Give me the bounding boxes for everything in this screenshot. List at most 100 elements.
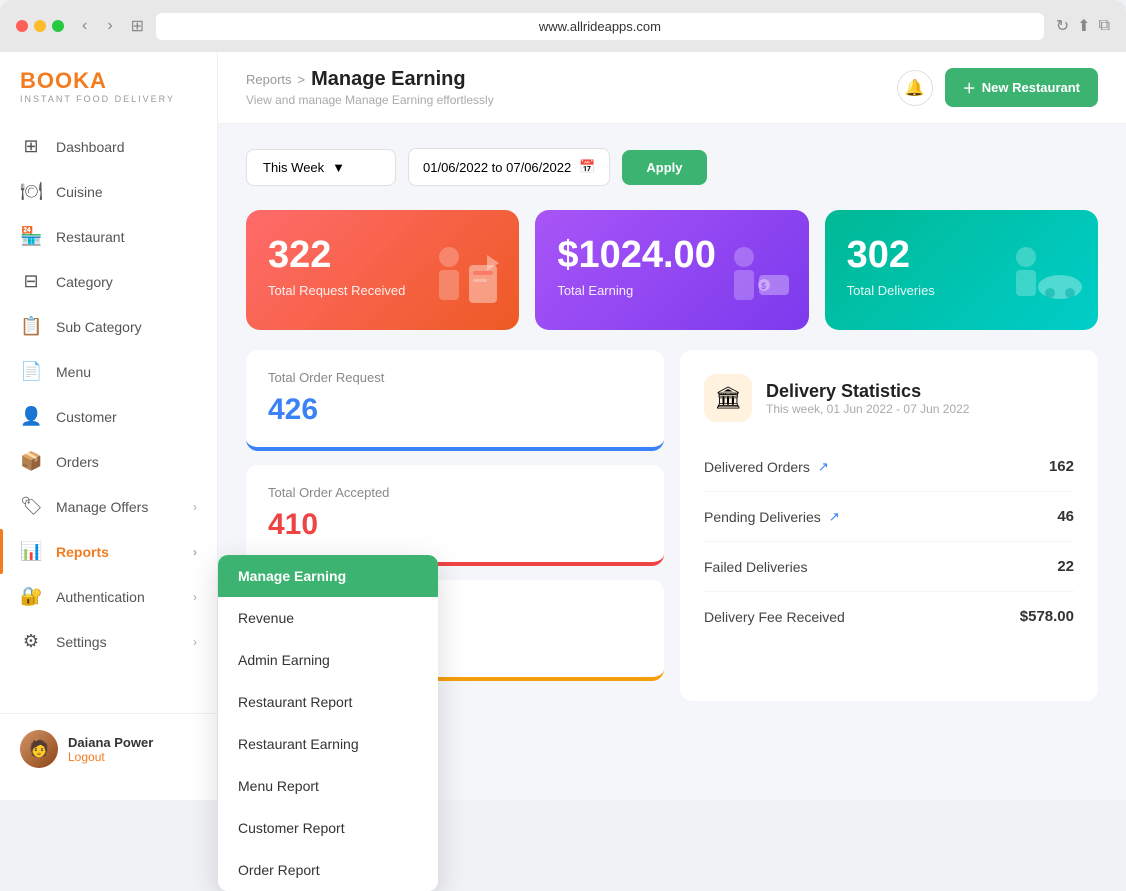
plus-icon: ＋ xyxy=(963,78,976,97)
chevron-right-icon: › xyxy=(193,500,197,514)
dropdown-item-manage-earning[interactable]: Manage Earning xyxy=(218,555,438,597)
logo-tagline: INSTANT FOOD DELIVERY xyxy=(20,94,197,104)
user-name: Daiana Power xyxy=(68,735,153,750)
failed-deliveries-value: 22 xyxy=(1057,558,1074,575)
sidebar-item-label: Sub Category xyxy=(56,319,142,335)
delivery-title-area: Delivery Statistics This week, 01 Jun 20… xyxy=(766,381,969,416)
dropdown-item-admin-earning[interactable]: Admin Earning xyxy=(218,639,438,681)
date-range-input[interactable]: 01/06/2022 to 07/06/2022 📅 xyxy=(408,148,610,186)
sidebar-item-dashboard[interactable]: ⊞ Dashboard xyxy=(0,124,217,169)
week-filter-label: This Week xyxy=(263,160,324,175)
sidebar-item-label: Manage Offers xyxy=(56,499,148,515)
browser-nav: ‹ › xyxy=(76,13,119,39)
apply-button[interactable]: Apply xyxy=(622,150,706,185)
sidebar-item-settings[interactable]: ⚙ Settings › xyxy=(0,619,217,664)
sidebar-item-label: Dashboard xyxy=(56,139,125,155)
menu-icon: 📄 xyxy=(20,361,42,382)
dropdown-item-revenue[interactable]: Revenue xyxy=(218,597,438,639)
logo-text: BOOKA xyxy=(20,68,197,94)
notification-bell-button[interactable]: 🔔 xyxy=(897,70,933,106)
external-link-icon[interactable]: ↗ xyxy=(829,509,840,525)
stat-card-request: 322 Total Request Received xyxy=(246,210,519,330)
logo-area: BOOKA INSTANT FOOD DELIVERY xyxy=(0,68,217,124)
sidebar-item-orders[interactable]: 📦 Orders xyxy=(0,439,217,484)
refresh-button[interactable]: ↻ xyxy=(1056,16,1069,36)
delivery-stats-header: 🏛 Delivery Statistics This week, 01 Jun … xyxy=(704,374,1074,422)
pending-deliveries-label: Pending Deliveries ↗ xyxy=(704,509,840,525)
browser-actions: ↻ ⬆ ⧉ xyxy=(1056,16,1110,36)
order-stat-num-accepted: 410 xyxy=(268,508,642,542)
delivery-row-pending: Pending Deliveries ↗ 46 xyxy=(704,492,1074,542)
sidebar-item-subcategory[interactable]: 📋 Sub Category xyxy=(0,304,217,349)
delivery-fee-value: $578.00 xyxy=(1020,608,1074,625)
sidebar-item-reports[interactable]: 📊 Reports › xyxy=(0,529,217,574)
sidebar-item-customer[interactable]: 👤 Customer xyxy=(0,394,217,439)
delivery-rows: Delivered Orders ↗ 162 Pending Deliverie… xyxy=(704,442,1074,641)
dot-green[interactable] xyxy=(52,20,64,32)
logout-button[interactable]: Logout xyxy=(68,750,153,764)
breadcrumb-separator: > xyxy=(298,72,306,87)
new-restaurant-label: New Restaurant xyxy=(982,80,1080,95)
topbar: Reports > Manage Earning View and manage… xyxy=(218,52,1126,124)
dropdown-item-restaurant-report[interactable]: Restaurant Report xyxy=(218,681,438,723)
sidebar-item-label: Menu xyxy=(56,364,91,380)
delivery-row-failed: Failed Deliveries 22 xyxy=(704,542,1074,592)
sidebar: BOOKA INSTANT FOOD DELIVERY ⊞ Dashboard … xyxy=(0,52,218,800)
dropdown-item-order-report[interactable]: Order Report xyxy=(218,849,438,891)
dashboard-icon: ⊞ xyxy=(20,136,42,157)
share-button[interactable]: ⬆ xyxy=(1077,16,1090,36)
filter-bar: This Week ▼ 01/06/2022 to 07/06/2022 📅 A… xyxy=(246,148,1098,186)
delivered-orders-label: Delivered Orders ↗ xyxy=(704,459,829,475)
week-filter-select[interactable]: This Week ▼ xyxy=(246,149,396,186)
delivered-orders-text: Delivered Orders xyxy=(704,459,810,475)
page-subtitle: View and manage Manage Earning effortles… xyxy=(246,93,494,107)
sidebar-item-category[interactable]: ⊟ Category xyxy=(0,259,217,304)
stat-icon-earning: $ xyxy=(709,235,799,330)
restaurant-icon: 🏪 xyxy=(20,226,42,247)
topbar-left: Reports > Manage Earning View and manage… xyxy=(246,68,494,107)
category-icon: ⊟ xyxy=(20,271,42,292)
pending-deliveries-value: 46 xyxy=(1057,508,1074,525)
reports-dropdown: Manage Earning Revenue Admin Earning Res… xyxy=(218,555,438,891)
forward-button[interactable]: › xyxy=(101,13,118,39)
pending-deliveries-text: Pending Deliveries xyxy=(704,509,821,525)
chevron-right-icon: › xyxy=(193,545,197,559)
dot-red[interactable] xyxy=(16,20,28,32)
chevron-right-icon: › xyxy=(193,590,197,604)
sidebar-item-manage-offers[interactable]: 🏷 Manage Offers › xyxy=(0,484,217,529)
sidebar-item-label: Restaurant xyxy=(56,229,124,245)
dot-yellow[interactable] xyxy=(34,20,46,32)
subcategory-icon: 📋 xyxy=(20,316,42,337)
delivery-row-fee: Delivery Fee Received $578.00 xyxy=(704,592,1074,641)
order-stat-accepted: Total Order Accepted 410 xyxy=(246,465,664,566)
sidebar-toggle[interactable]: ⊞ xyxy=(131,16,144,36)
sidebar-item-authentication[interactable]: 🔐 Authentication › xyxy=(0,574,217,619)
tabs-button[interactable]: ⧉ xyxy=(1099,16,1110,36)
address-bar[interactable]: www.allrideapps.com xyxy=(156,13,1044,40)
sidebar-item-restaurant[interactable]: 🏪 Restaurant xyxy=(0,214,217,259)
new-restaurant-button[interactable]: ＋ New Restaurant xyxy=(945,68,1098,107)
settings-icon: ⚙ xyxy=(20,631,42,652)
sidebar-item-label: Orders xyxy=(56,454,99,470)
stat-cards: 322 Total Request Received xyxy=(246,210,1098,330)
back-button[interactable]: ‹ xyxy=(76,13,93,39)
delivery-stats-card: 🏛 Delivery Statistics This week, 01 Jun … xyxy=(680,350,1098,701)
page-title: Manage Earning xyxy=(311,68,465,91)
order-stat-request: Total Order Request 426 xyxy=(246,350,664,451)
sidebar-item-label: Customer xyxy=(56,409,117,425)
breadcrumb-parent: Reports xyxy=(246,72,292,87)
sidebar-item-menu[interactable]: 📄 Menu xyxy=(0,349,217,394)
avatar: 🧑 xyxy=(20,730,58,768)
browser-chrome: ‹ › ⊞ www.allrideapps.com ↻ ⬆ ⧉ xyxy=(0,0,1126,52)
dropdown-item-restaurant-earning[interactable]: Restaurant Earning xyxy=(218,723,438,765)
stat-card-earning: $1024.00 Total Earning $ xyxy=(535,210,808,330)
delivery-fee-label: Delivery Fee Received xyxy=(704,609,845,625)
dropdown-item-customer-report[interactable]: Customer Report xyxy=(218,807,438,849)
sidebar-item-cuisine[interactable]: 🍽 Cuisine xyxy=(0,169,217,214)
dropdown-item-menu-report[interactable]: Menu Report xyxy=(218,765,438,807)
browser-dots xyxy=(16,20,64,32)
order-stat-label-accepted: Total Order Accepted xyxy=(268,485,642,500)
sidebar-item-label: Cuisine xyxy=(56,184,103,200)
external-link-icon[interactable]: ↗ xyxy=(818,459,829,475)
cuisine-icon: 🍽 xyxy=(20,181,42,202)
